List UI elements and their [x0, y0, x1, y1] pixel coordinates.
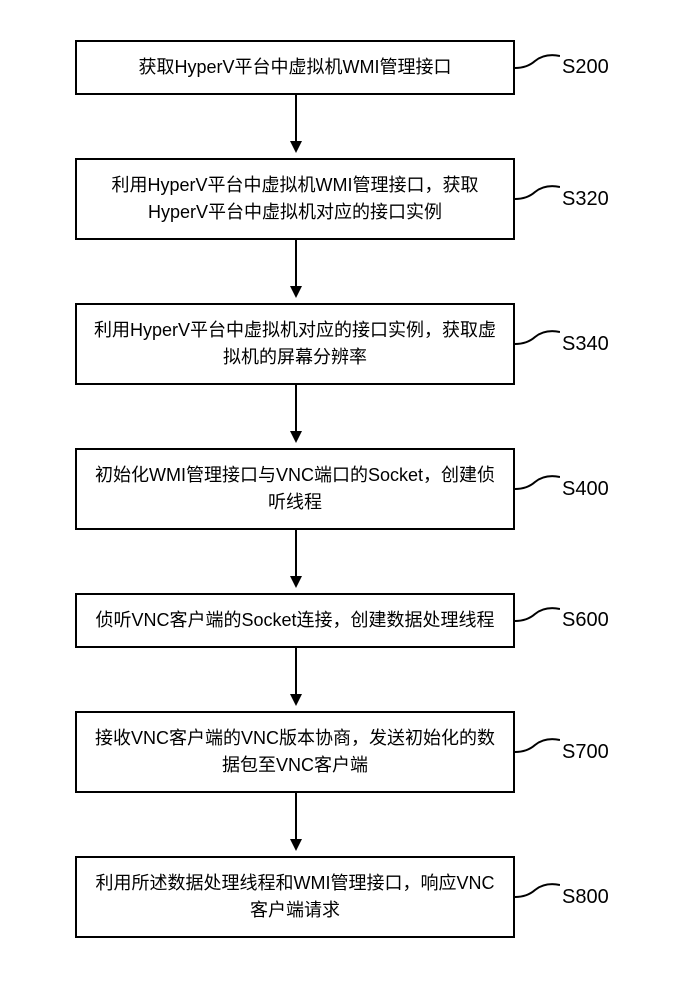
step-row-s340: 利用HyperV平台中虚拟机对应的接口实例，获取虚拟机的屏幕分辨率 S340 [0, 303, 683, 385]
step-text: 获取HyperV平台中虚拟机WMI管理接口 [138, 54, 451, 81]
step-box-s700: 接收VNC客户端的VNC版本协商，发送初始化的数据包至VNC客户端 [75, 711, 515, 793]
connector-s320: S320 [515, 184, 609, 214]
step-box-s320: 利用HyperV平台中虚拟机WMI管理接口，获取HyperV平台中虚拟机对应的接… [75, 158, 515, 240]
step-row-s800: 利用所述数据处理线程和WMI管理接口，响应VNC客户端请求 S800 [0, 856, 683, 938]
arrow-down-icon [286, 385, 306, 448]
flowchart-container: 获取HyperV平台中虚拟机WMI管理接口 S200 利用HyperV平台中虚拟… [0, 40, 683, 938]
step-row-s200: 获取HyperV平台中虚拟机WMI管理接口 S200 [0, 40, 683, 95]
connector-s400: S400 [515, 474, 609, 504]
step-box-s600: 侦听VNC客户端的Socket连接，创建数据处理线程 [75, 593, 515, 648]
step-box-s200: 获取HyperV平台中虚拟机WMI管理接口 [75, 40, 515, 95]
step-text: 接收VNC客户端的VNC版本协商，发送初始化的数据包至VNC客户端 [93, 725, 497, 779]
arrow-down-icon [286, 95, 306, 158]
curve-connector [515, 53, 560, 83]
step-box-s800: 利用所述数据处理线程和WMI管理接口，响应VNC客户端请求 [75, 856, 515, 938]
step-label: S600 [562, 609, 609, 632]
step-text: 利用所述数据处理线程和WMI管理接口，响应VNC客户端请求 [93, 870, 497, 924]
step-row-s600: 侦听VNC客户端的Socket连接，创建数据处理线程 S600 [0, 593, 683, 648]
arrow-container [0, 648, 683, 711]
curve-connector [515, 882, 560, 912]
curve-connector [515, 474, 560, 504]
step-text: 利用HyperV平台中虚拟机对应的接口实例，获取虚拟机的屏幕分辨率 [93, 317, 497, 371]
arrow-container [0, 793, 683, 856]
curve-connector [515, 606, 560, 636]
arrow-container [0, 95, 683, 158]
arrow-down-icon [286, 530, 306, 593]
step-label: S320 [562, 188, 609, 211]
curve-connector [515, 184, 560, 214]
arrow-down-icon [286, 240, 306, 303]
arrow-container [0, 240, 683, 303]
connector-s800: S800 [515, 882, 609, 912]
arrow-down-icon [286, 793, 306, 856]
step-text: 侦听VNC客户端的Socket连接，创建数据处理线程 [95, 607, 494, 634]
step-label: S700 [562, 741, 609, 764]
connector-s340: S340 [515, 329, 609, 359]
connector-s200: S200 [515, 53, 609, 83]
step-box-s400: 初始化WMI管理接口与VNC端口的Socket，创建侦听线程 [75, 448, 515, 530]
curve-connector [515, 737, 560, 767]
curve-connector [515, 329, 560, 359]
step-label: S200 [562, 56, 609, 79]
step-row-s320: 利用HyperV平台中虚拟机WMI管理接口，获取HyperV平台中虚拟机对应的接… [0, 158, 683, 240]
arrow-container [0, 385, 683, 448]
step-text: 初始化WMI管理接口与VNC端口的Socket，创建侦听线程 [93, 462, 497, 516]
connector-s700: S700 [515, 737, 609, 767]
step-text: 利用HyperV平台中虚拟机WMI管理接口，获取HyperV平台中虚拟机对应的接… [93, 172, 497, 226]
connector-s600: S600 [515, 606, 609, 636]
step-label: S340 [562, 333, 609, 356]
step-row-s400: 初始化WMI管理接口与VNC端口的Socket，创建侦听线程 S400 [0, 448, 683, 530]
step-label: S400 [562, 478, 609, 501]
arrow-down-icon [286, 648, 306, 711]
step-label: S800 [562, 886, 609, 909]
step-row-s700: 接收VNC客户端的VNC版本协商，发送初始化的数据包至VNC客户端 S700 [0, 711, 683, 793]
arrow-container [0, 530, 683, 593]
step-box-s340: 利用HyperV平台中虚拟机对应的接口实例，获取虚拟机的屏幕分辨率 [75, 303, 515, 385]
